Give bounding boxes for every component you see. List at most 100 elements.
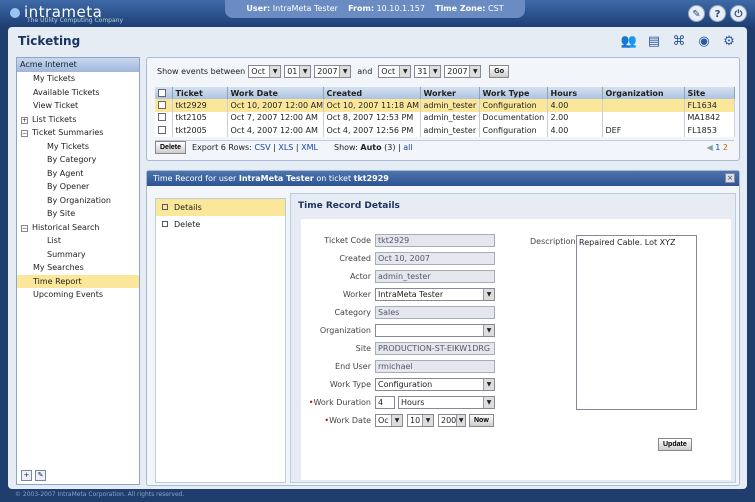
description-label: Description [530,237,576,246]
chevron-down-icon: ▼ [483,397,494,408]
work-duration-unit-select[interactable]: Hours ▼ [398,396,495,409]
table-cell [602,111,685,124]
sidebar-item[interactable]: + List Tickets [17,113,139,127]
column-header[interactable]: Hours [547,87,603,99]
sidebar-item[interactable]: − Ticket Summaries [17,126,139,140]
show-auto-option[interactable]: Auto [360,143,381,152]
date-filter: Show events between Oct ▼ 01 ▼ 2007 ▼ and O… [157,65,510,78]
users-icon[interactable]: 👥 [619,32,639,52]
sidebar-item[interactable]: View Ticket [17,99,139,113]
column-header[interactable]: Worker [420,87,480,99]
export-xml-link[interactable]: XML [301,143,318,152]
show-all-link[interactable]: all [403,143,412,152]
sidebar-item[interactable]: − Historical Search [17,221,139,235]
go-button[interactable]: Go [489,65,510,78]
column-header[interactable]: Site [684,87,735,99]
to-month-select[interactable]: Oct ▼ [378,65,412,78]
title-ticket: tkt2929 [353,174,389,183]
table-cell: DEF [602,124,685,137]
ticket-icon[interactable]: ▤ [644,32,664,52]
work-date-year-select[interactable]: 200 ▼ [438,414,466,427]
sidebar-item[interactable]: By Agent [17,167,139,181]
tab-details[interactable]: Details [156,199,285,216]
row-checkbox[interactable] [155,124,173,137]
sidebar-item[interactable]: Upcoming Events [17,288,139,302]
sidebar-item[interactable]: By Organization [17,194,139,208]
work-duration-label-text: Work Duration [313,398,371,407]
section-title: Time Record Details [298,201,400,211]
sidebar-item-label: By Opener [47,182,90,191]
table-cell: FL1634 [684,99,735,112]
work-date-day-select[interactable]: 10 ▼ [407,414,434,427]
power-icon[interactable]: ⏻ [730,5,747,22]
sidebar-item[interactable]: By Opener [17,180,139,194]
column-header[interactable]: Created [323,87,421,99]
chevron-down-icon: ▼ [483,379,494,390]
table-cell: Oct 4, 2007 12:56 PM [323,124,421,137]
from-month-select[interactable]: Oct ▼ [248,65,282,78]
from-day-value: 01 [287,67,298,76]
globe-icon[interactable]: ◉ [694,32,714,52]
row-checkbox[interactable] [155,99,173,112]
close-icon[interactable]: × [725,173,735,183]
column-header[interactable]: Ticket [172,87,228,99]
work-date-month-select[interactable]: Oc ▼ [375,414,403,427]
organization-select[interactable]: ▼ [375,324,495,337]
table-footer: Delete Export 6 Rows: CSV | XLS | XML Sh… [155,140,734,154]
export-csv-link[interactable]: CSV [254,143,270,152]
table-row[interactable]: tkt2105 Oct 7, 2007 12:00 AM Oct 8, 2007 1… [155,111,735,124]
sidebar-item[interactable]: My Tickets [17,140,139,154]
edit-icon[interactable]: ✎ [35,470,46,481]
site-label: Site [355,344,371,353]
sidebar-item[interactable]: Time Report [17,274,139,288]
to-day-value: 31 [417,67,428,76]
now-button[interactable]: Now [469,414,494,427]
row-checkbox[interactable] [155,111,173,124]
sidebar-item[interactable]: My Tickets [17,72,139,86]
to-day-select[interactable]: 31 ▼ [414,65,442,78]
add-icon[interactable]: + [21,470,32,481]
sidebar-header: Acme Internet [17,58,139,72]
sidebar-item[interactable]: By Site [17,207,139,221]
work-type-select[interactable]: Configuration ▼ [375,378,495,391]
export-xls-link[interactable]: XLS [278,143,293,152]
delete-icon [162,221,168,227]
sidebar-item[interactable]: Available Tickets [17,86,139,100]
tools-icon[interactable]: ✎ [688,5,705,22]
column-header[interactable]: Work Date [227,87,324,99]
update-button[interactable]: Update [658,438,692,451]
collapse-icon[interactable]: − [21,130,28,137]
settings-icon[interactable]: ⚙ [719,32,739,52]
table-row[interactable]: tkt2929 Oct 10, 2007 12:00 AM Oct 10, 2007… [155,99,735,112]
sidebar-item[interactable]: Summary [17,248,139,262]
table-cell: tkt2929 [172,99,228,112]
table-row[interactable]: tkt2005 Oct 4, 2007 12:00 AM Oct 4, 2007 1… [155,124,735,137]
sidebar-item[interactable]: By Category [17,153,139,167]
page-title: Ticketing [18,34,81,48]
prev-page-icon[interactable]: ◀ [707,143,713,152]
page-2-link[interactable]: 2 [723,143,728,152]
column-header[interactable]: Work Type [479,87,548,99]
delete-button[interactable]: Delete [155,141,187,154]
expand-icon[interactable]: + [21,116,28,124]
work-duration-input[interactable]: 4 [375,396,395,409]
from-day-select[interactable]: 01 ▼ [284,65,312,78]
network-icon[interactable]: ⌘ [669,32,689,52]
select-all-checkbox[interactable] [155,87,173,99]
sidebar-item-label: Available Tickets [33,87,100,97]
sidebar-item[interactable]: My Searches [17,261,139,275]
help-icon[interactable]: ? [709,5,726,22]
from-year-select[interactable]: 2007 ▼ [314,65,352,78]
sidebar-item-label: Time Report [33,276,82,286]
worker-select[interactable]: IntraMeta Tester ▼ [375,288,495,301]
description-textarea[interactable]: Repaired Cable. Lot XYZ [576,235,697,410]
collapse-icon[interactable]: − [21,224,28,232]
tab-delete[interactable]: Delete [156,216,285,233]
sidebar-item[interactable]: List [17,234,139,248]
sidebar-item-label: By Category [47,155,97,164]
created-field: Oct 10, 2007 [375,252,495,265]
to-year-select[interactable]: 2007 ▼ [444,65,482,78]
time-records-table: Ticket Work Date Created Worker Work Typ… [155,87,735,137]
column-header[interactable]: Organization [602,87,685,99]
page-1-link[interactable]: 1 [715,143,720,152]
